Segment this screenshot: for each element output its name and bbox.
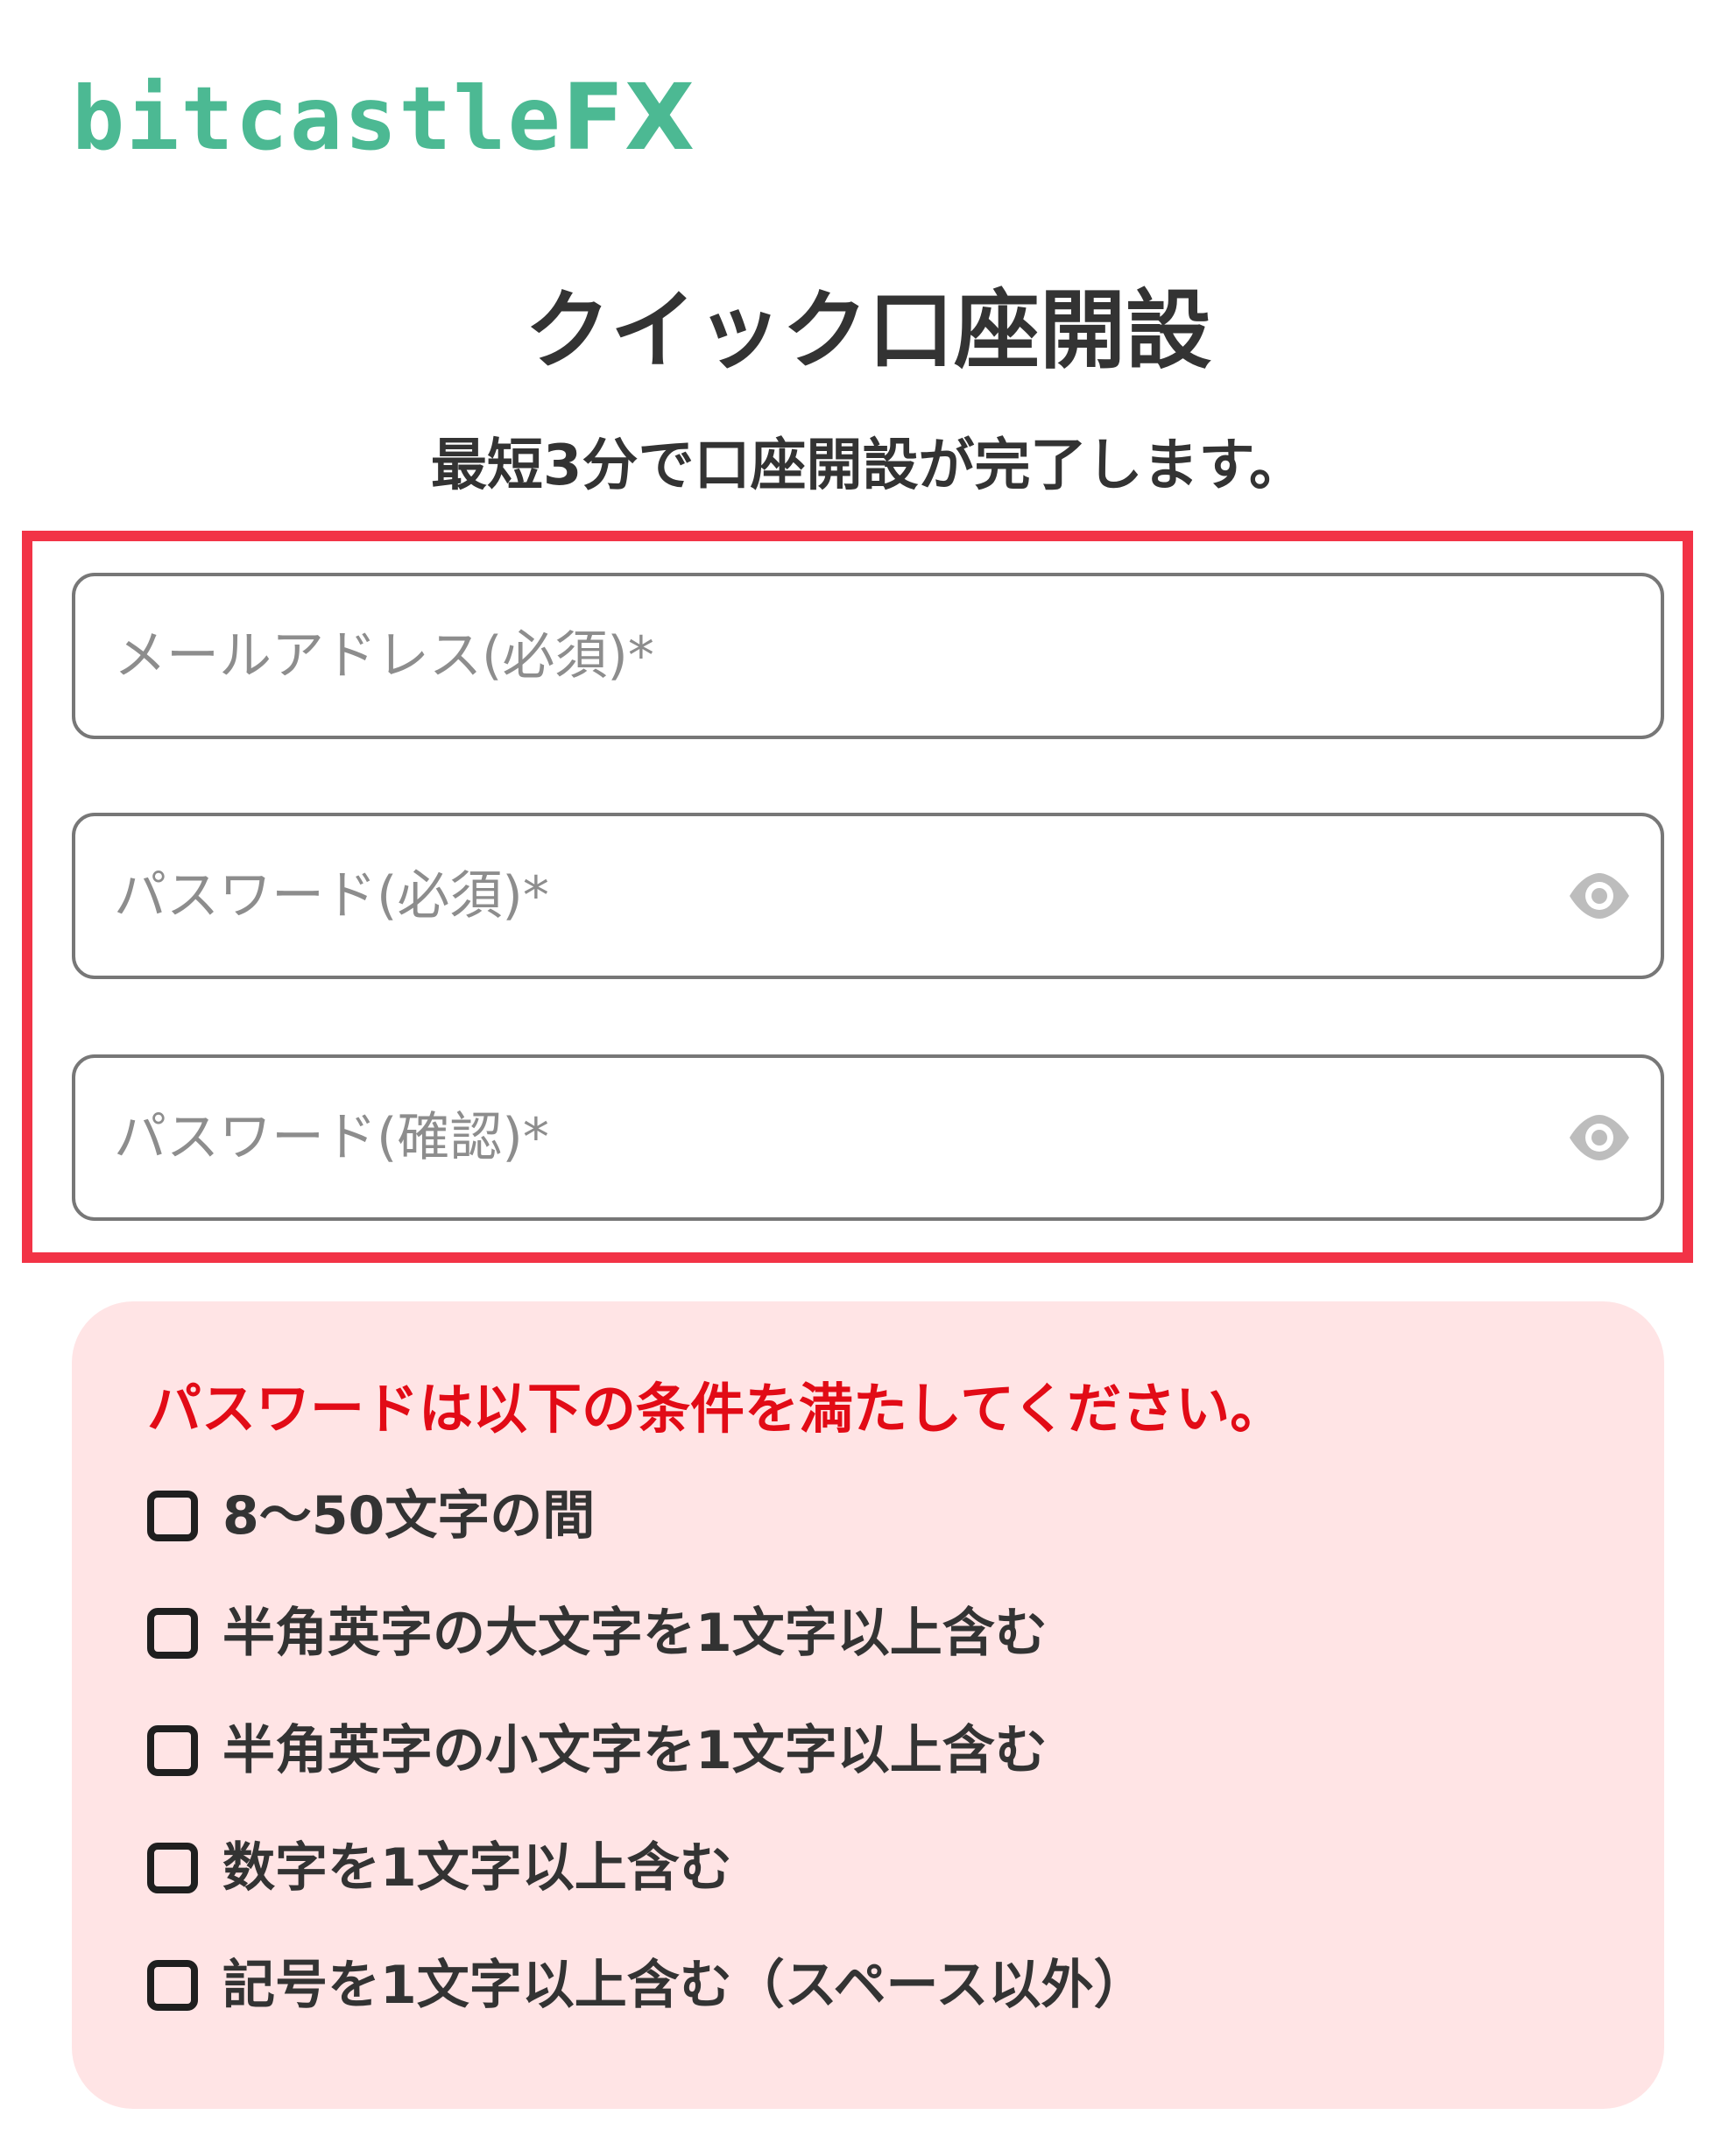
condition-label: 8〜50文字の間 [222, 1485, 596, 1547]
brand-logo-suffix: FX [561, 64, 695, 171]
eye-icon[interactable] [1566, 870, 1633, 922]
condition-uppercase: 半角英字の大文字を1文字以上含む [147, 1604, 1147, 1722]
checkbox-icon [147, 1960, 198, 2011]
condition-length: 8〜50文字の間 [147, 1487, 1147, 1604]
page-subtitle: 最短3分で口座開設が完了します。 [430, 434, 1306, 498]
condition-label: 半角英字の大文字を1文字以上含む [222, 1603, 1048, 1664]
email-field-container[interactable] [72, 573, 1664, 739]
checkbox-icon [147, 1491, 198, 1541]
condition-label: 記号を1文字以上含む（スペース以外） [222, 1955, 1147, 2016]
password-confirm-field-container[interactable] [72, 1054, 1664, 1221]
password-input[interactable] [114, 816, 1533, 976]
page-title: クイック口座開設 [524, 281, 1211, 381]
email-input[interactable] [114, 576, 1533, 736]
checkbox-icon [147, 1725, 198, 1776]
password-field-container[interactable] [72, 813, 1664, 979]
condition-lowercase: 半角英字の小文字を1文字以上含む [147, 1722, 1147, 1839]
brand-logo-main: bitcastle [72, 67, 562, 170]
conditions-heading: パスワードは以下の条件を満たしてください。 [147, 1377, 1285, 1441]
checkbox-icon [147, 1608, 198, 1659]
checkbox-icon [147, 1843, 198, 1893]
condition-digit: 数字を1文字以上含む [147, 1839, 1147, 1956]
brand-logo[interactable]: bitcastleFX [72, 72, 695, 163]
condition-label: 数字を1文字以上含む [222, 1837, 732, 1899]
password-confirm-input[interactable] [114, 1058, 1533, 1217]
conditions-list: 8〜50文字の間 半角英字の大文字を1文字以上含む 半角英字の小文字を1文字以上… [147, 1487, 1147, 2074]
condition-symbol: 記号を1文字以上含む（スペース以外） [147, 1956, 1147, 2074]
password-conditions-panel: パスワードは以下の条件を満たしてください。 8〜50文字の間 半角英字の大文字を… [72, 1301, 1664, 2109]
eye-icon[interactable] [1566, 1111, 1633, 1164]
condition-label: 半角英字の小文字を1文字以上含む [222, 1720, 1048, 1781]
